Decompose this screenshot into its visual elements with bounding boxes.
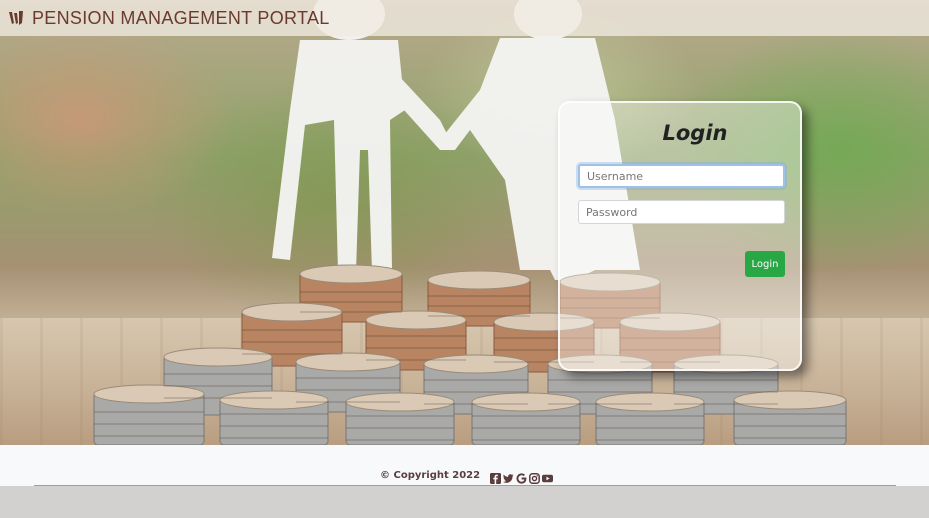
youtube-icon[interactable] xyxy=(542,469,553,483)
twitter-icon[interactable] xyxy=(503,469,514,483)
password-input[interactable] xyxy=(578,200,785,224)
bottom-strip xyxy=(0,486,929,518)
top-header: PENSION MANAGEMENT PORTAL xyxy=(0,0,929,36)
google-icon[interactable] xyxy=(516,469,527,484)
footer: © Copyright 2022 xyxy=(0,445,929,486)
w-logo-icon xyxy=(9,11,23,25)
login-heading: Login xyxy=(662,121,728,145)
instagram-icon[interactable] xyxy=(529,469,540,484)
login-button[interactable]: Login xyxy=(745,251,785,277)
login-card: Login Login xyxy=(558,101,802,371)
portal-title: PENSION MANAGEMENT PORTAL xyxy=(32,7,330,28)
social-links xyxy=(490,469,553,484)
copyright-text: © Copyright 2022 xyxy=(380,470,481,481)
username-input[interactable] xyxy=(578,164,785,188)
facebook-icon[interactable] xyxy=(490,469,501,484)
